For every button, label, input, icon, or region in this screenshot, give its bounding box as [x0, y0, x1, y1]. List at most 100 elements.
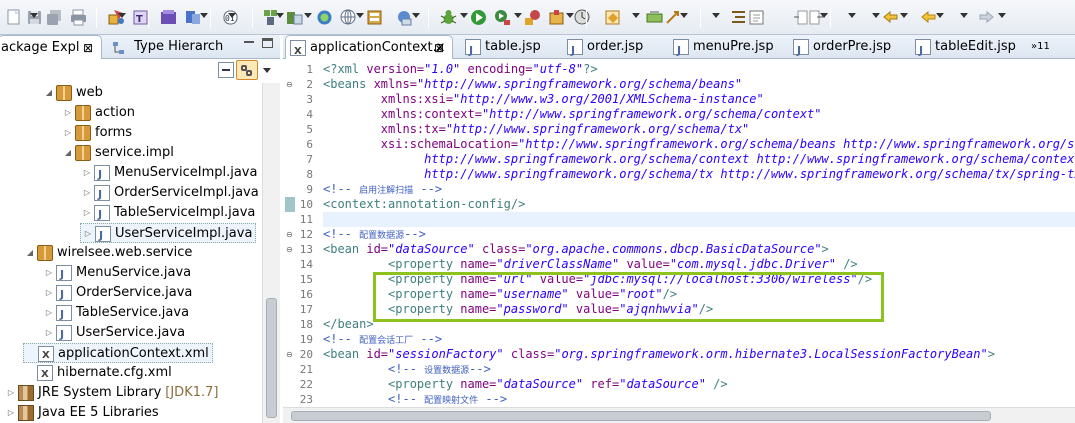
pen-tool-icon[interactable] — [664, 9, 681, 26]
dropdown-arrow-icon[interactable] — [680, 13, 688, 18]
collapsed-twisty-icon[interactable]: ▷ — [42, 303, 56, 323]
tree-item[interactable]: ▷ MenuService.java — [42, 263, 191, 285]
dropdown-arrow-icon[interactable] — [228, 13, 236, 18]
collapsed-twisty-icon[interactable]: ▷ — [61, 123, 75, 143]
tree-item[interactable]: ▷ UserServiceImpl.java — [80, 223, 257, 246]
dropdown-arrow-icon[interactable] — [460, 13, 468, 18]
dropdown-arrow-icon[interactable] — [848, 13, 856, 18]
tab-type-hierarchy[interactable]: Type Hierarch — [112, 35, 232, 59]
fold-toggle-icon[interactable]: ⊖ — [286, 81, 294, 89]
editor-tab[interactable]: order.jsp — [563, 35, 663, 63]
collapsed-twisty-icon[interactable]: ▷ — [42, 263, 56, 283]
editor-horizontal-scrollbar[interactable] — [283, 407, 1075, 423]
run-external-icon[interactable] — [316, 9, 333, 26]
dropdown-arrow-icon[interactable] — [514, 13, 522, 18]
previous-annotation-icon[interactable] — [808, 9, 825, 26]
back-icon[interactable] — [574, 9, 591, 26]
dropdown-arrow-icon[interactable] — [900, 13, 908, 18]
back-icon[interactable] — [920, 9, 937, 26]
view-menu-icon[interactable] — [263, 68, 271, 73]
previous-annotation-icon[interactable] — [524, 9, 541, 26]
collapsed-twisty-icon[interactable]: ▷ — [4, 403, 18, 423]
dropdown-arrow-icon[interactable] — [276, 13, 284, 18]
collapsed-twisty-icon[interactable]: ▷ — [4, 383, 18, 403]
tree-item[interactable]: ◢ service.impl — [61, 143, 174, 163]
editor-tab[interactable]: tableEdit.jsp — [911, 35, 1021, 63]
expanded-twisty-icon[interactable]: ◢ — [42, 83, 56, 103]
dropdown-arrow-icon[interactable] — [200, 13, 208, 18]
tree-item[interactable]: ▷ TableService.java — [42, 303, 189, 325]
tree-item[interactable]: ▷ JRE System Library [JDK1.7] — [4, 383, 218, 403]
dropdown-arrow-icon[interactable] — [118, 13, 126, 18]
dropdown-arrow-icon[interactable] — [566, 13, 574, 18]
dropdown-arrow-icon[interactable] — [712, 13, 720, 18]
dropdown-arrow-icon[interactable] — [30, 13, 38, 18]
collapsed-twisty-icon[interactable]: ▷ — [42, 323, 56, 343]
collapsed-twisty-icon[interactable]: ▷ — [80, 163, 94, 183]
new-java-project-icon[interactable] — [366, 9, 383, 26]
tree-item[interactable]: applicationContext.xml — [23, 343, 213, 366]
external-tools-icon[interactable] — [340, 9, 357, 26]
dropdown-arrow-icon[interactable] — [960, 13, 968, 18]
dropdown-arrow-icon[interactable] — [304, 13, 312, 18]
collapsed-twisty-icon[interactable]: ▷ — [81, 224, 95, 244]
tree-item[interactable]: ▷ MenuServiceImpl.java — [80, 163, 257, 185]
editor-tab[interactable]: orderPre.jsp — [789, 35, 905, 63]
collapse-all-icon[interactable] — [218, 62, 234, 78]
tree-item[interactable]: ▷ Java EE 5 Libraries — [4, 403, 159, 423]
dropdown-arrow-icon[interactable] — [872, 13, 880, 18]
code-area[interactable]: <?xml version="1.0" encoding="utf-8"?> <b… — [323, 59, 1075, 423]
link-with-editor-icon[interactable] — [236, 60, 258, 80]
dropdown-arrow-icon[interactable] — [936, 13, 944, 18]
collapsed-twisty-icon[interactable]: ▷ — [42, 283, 56, 303]
maximize-icon[interactable] — [262, 38, 273, 48]
dropdown-arrow-icon[interactable] — [412, 13, 420, 18]
save-all-icon[interactable] — [46, 9, 63, 26]
editor-tab[interactable]: menuPre.jsp — [669, 35, 783, 63]
new-file-icon[interactable] — [6, 9, 23, 26]
tree-item[interactable]: ▷ UserService.java — [42, 323, 185, 345]
tree-item[interactable]: ▷ OrderService.java — [42, 283, 192, 305]
expanded-twisty-icon[interactable]: ◢ — [61, 143, 75, 163]
editor-tab[interactable]: table.jsp — [461, 35, 557, 63]
last-edit-location-icon[interactable] — [882, 9, 899, 26]
new-class-icon[interactable] — [396, 9, 413, 26]
dropdown-arrow-icon[interactable] — [632, 13, 640, 18]
tree-vertical-scrollbar[interactable] — [262, 83, 280, 423]
last-edit-icon[interactable] — [548, 9, 565, 26]
tree-item[interactable]: ▷ OrderServiceImpl.java — [80, 183, 259, 205]
minimize-icon[interactable] — [244, 41, 254, 43]
open-perspective-icon[interactable] — [646, 9, 663, 26]
tree-scroll-thumb[interactable] — [266, 298, 277, 418]
tree-item[interactable]: ▷ TableServiceImpl.java — [80, 203, 255, 225]
collapsed-twisty-icon[interactable]: ▷ — [80, 183, 94, 203]
editor-tab[interactable]: applicationContext.x⊠ — [285, 35, 453, 64]
tree-item[interactable]: ◢ wirelsee.web.service — [23, 243, 192, 263]
dropdown-arrow-icon[interactable] — [998, 13, 1006, 18]
run-icon[interactable] — [286, 9, 303, 26]
tab-overflow-button[interactable]: »11 — [1031, 35, 1050, 59]
show-whitespace-icon[interactable] — [748, 9, 765, 26]
close-tab-icon[interactable]: ⊠ — [83, 36, 93, 60]
forward-icon[interactable] — [604, 9, 621, 26]
tree-item[interactable]: ▷ action — [61, 103, 135, 123]
collapsed-twisty-icon[interactable]: ▷ — [80, 203, 94, 223]
toggle-breadcrumb-icon[interactable] — [730, 9, 747, 26]
dropdown-arrow-icon[interactable] — [356, 13, 364, 18]
next-annotation-icon[interactable] — [494, 9, 511, 26]
fold-toggle-icon[interactable]: ⊖ — [286, 351, 294, 359]
fold-toggle-icon[interactable]: ⊖ — [286, 246, 294, 254]
editor-scroll-thumb[interactable] — [291, 411, 991, 421]
collapsed-twisty-icon[interactable]: ▷ — [61, 103, 75, 123]
deploy-icon[interactable] — [184, 9, 201, 26]
print-icon[interactable] — [70, 9, 87, 26]
tree-item[interactable]: hibernate.cfg.xml — [23, 363, 172, 385]
build-icon[interactable] — [160, 9, 177, 26]
forward-icon[interactable] — [978, 9, 995, 26]
expanded-twisty-icon[interactable]: ◢ — [23, 243, 37, 263]
search-icon[interactable] — [470, 9, 487, 26]
close-tab-icon[interactable]: ⊠ — [434, 36, 444, 60]
open-type-icon[interactable]: T — [132, 9, 149, 26]
tree-item[interactable]: ◢ web — [42, 83, 103, 103]
fold-toggle-icon[interactable]: ⊖ — [286, 231, 294, 239]
